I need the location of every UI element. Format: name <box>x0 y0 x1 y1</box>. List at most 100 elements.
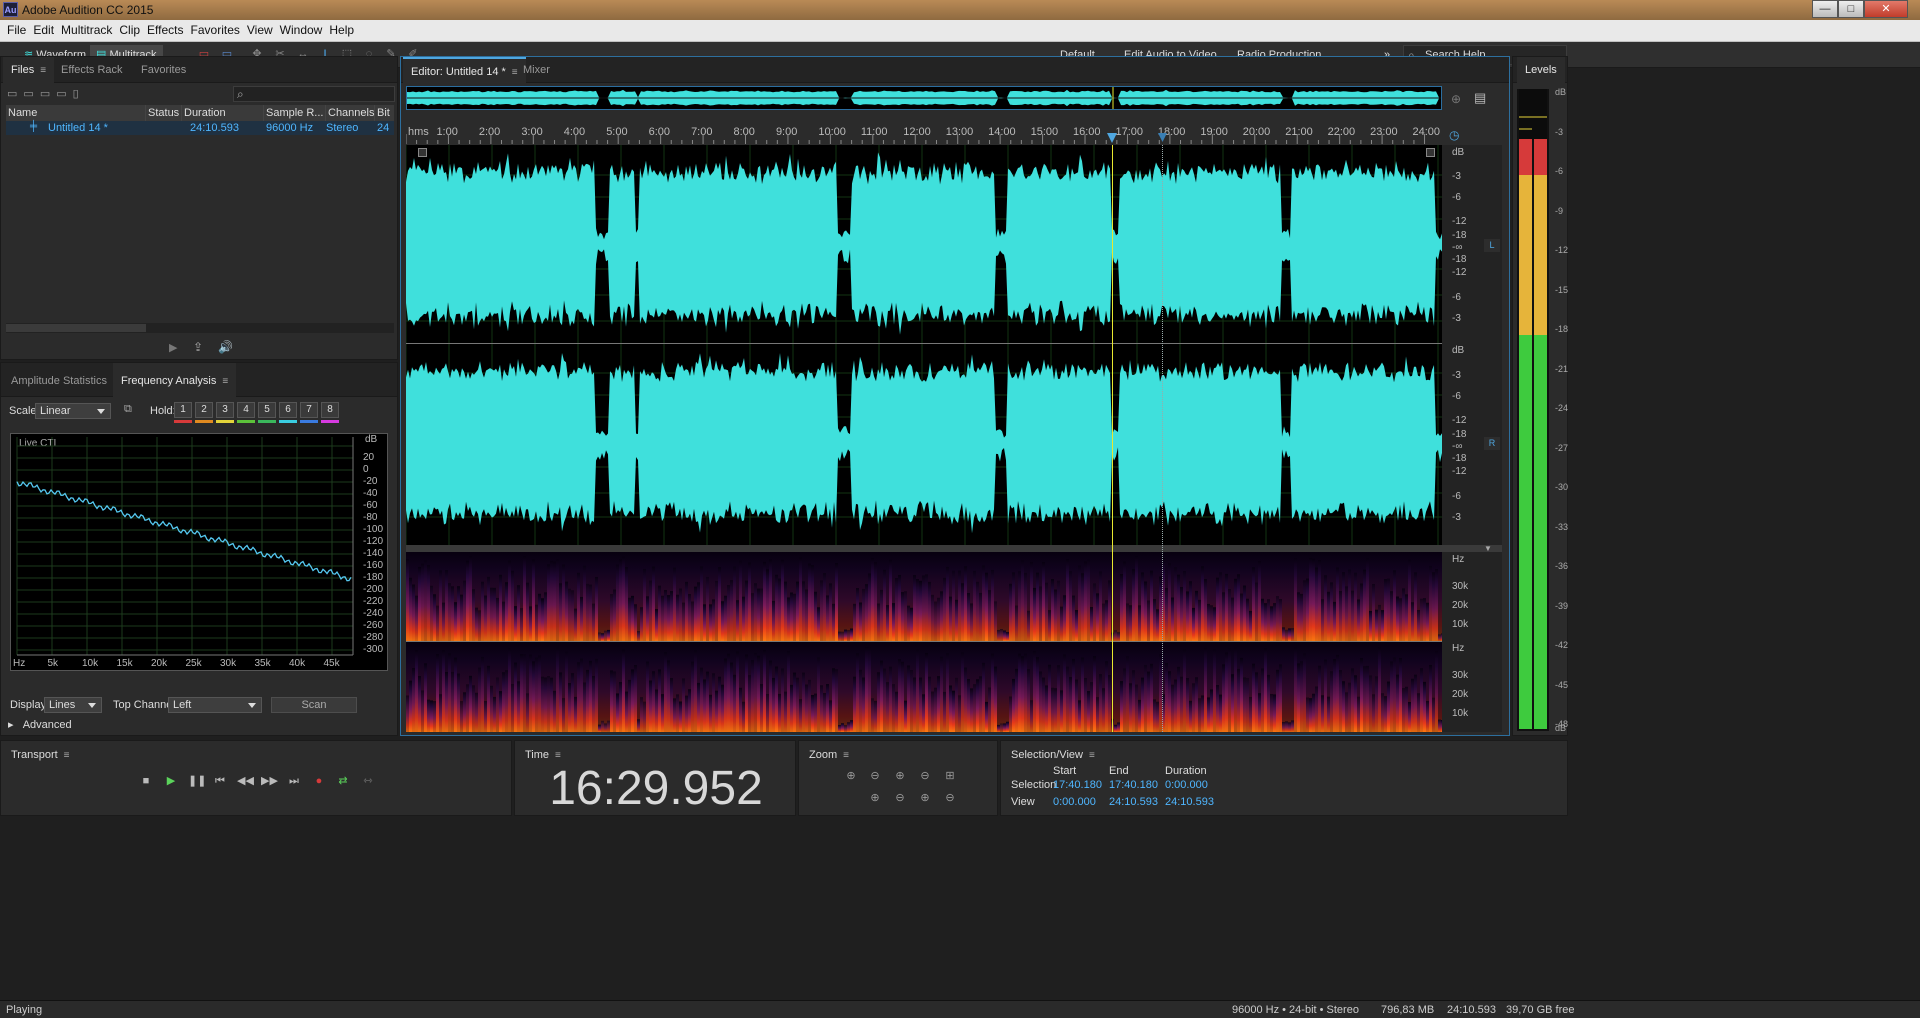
panel-menu-icon[interactable]: ≡ <box>64 750 70 761</box>
hold-button-7[interactable]: 7 <box>300 402 318 418</box>
display-dropdown[interactable]: Lines <box>44 697 102 713</box>
loop-playback-button[interactable]: ⇄ <box>335 773 351 789</box>
new-file-icon[interactable]: ▭ <box>40 88 56 100</box>
view-start-field[interactable]: 0:00.000 <box>1053 796 1096 808</box>
delete-icon[interactable]: ▯ <box>73 88 85 100</box>
zoom-out-frequency-icon[interactable]: ⊖ <box>942 791 958 805</box>
playhead-line[interactable] <box>1112 145 1113 732</box>
pause-button[interactable]: ❚❚ <box>188 773 206 789</box>
files-scrollbar[interactable] <box>6 323 394 333</box>
channel-r-toggle[interactable]: R <box>1484 437 1500 450</box>
frequency-scale[interactable]: Hz Hz 30k 30k 20k 20k 10k 10k <box>1442 552 1502 732</box>
play-button[interactable]: ▶ <box>163 773 179 789</box>
tab-favorites[interactable]: Favorites <box>133 57 194 83</box>
minimize-button[interactable]: — <box>1812 0 1838 18</box>
zoom-in-right-icon[interactable]: ⊖ <box>892 791 908 805</box>
fade-out-handle-icon[interactable] <box>1426 148 1435 157</box>
selection-end-field[interactable]: 17:40.180 <box>1109 779 1158 791</box>
spectral-display[interactable] <box>406 552 1442 732</box>
col-sample-rate[interactable]: Sample R... <box>264 105 326 121</box>
col-status[interactable]: Status <box>146 105 182 121</box>
panel-menu-icon[interactable]: ≡ <box>1089 750 1095 761</box>
time-ruler[interactable]: hms 1:00 2:00 3:00 4:00 5:00 6:00 7:00 8:00 9:00 1… <box>406 126 1442 144</box>
col-name[interactable]: Name <box>6 105 146 121</box>
insert-into-editor-icon[interactable]: ⇪ <box>193 340 203 354</box>
scrollbar-thumb[interactable] <box>6 324 146 332</box>
panel-menu-icon[interactable]: ≡ <box>843 750 849 761</box>
move-to-next-button[interactable]: ⏭ <box>286 773 302 789</box>
tab-amplitude-statistics[interactable]: Amplitude Statistics <box>3 363 115 397</box>
skip-selection-button[interactable]: ⇿ <box>360 773 376 789</box>
menu-edit[interactable]: Edit <box>26 20 54 37</box>
editor-options-icon[interactable]: ▤ <box>1474 90 1486 106</box>
zoom-in-left-icon[interactable]: ⊕ <box>867 791 883 805</box>
record-button[interactable]: ● <box>311 773 327 789</box>
table-row[interactable]: ╪ Untitled 14 * 24:10.593 96000 Hz Stere… <box>6 121 394 135</box>
files-search-input[interactable]: ⌕ <box>233 86 395 102</box>
hold-button-8[interactable]: 8 <box>321 402 339 418</box>
menu-clip[interactable]: Clip <box>112 20 140 37</box>
current-time-display[interactable]: 16:29.952 <box>515 761 797 816</box>
panel-menu-icon[interactable]: ≡ <box>40 65 46 76</box>
close-button[interactable]: ✕ <box>1864 0 1908 18</box>
tab-editor[interactable]: Editor: Untitled 14 * ≡ <box>403 57 526 83</box>
col-bit-depth[interactable]: Bit D <box>375 105 394 135</box>
hold-button-6[interactable]: 6 <box>279 402 297 418</box>
hold-button-3[interactable]: 3 <box>216 402 234 418</box>
col-duration[interactable]: Duration <box>182 105 264 121</box>
menu-window[interactable]: Window <box>273 20 323 37</box>
view-end-field[interactable]: 24:10.593 <box>1109 796 1158 808</box>
channel-l-toggle[interactable]: L <box>1484 239 1500 252</box>
auto-play-icon[interactable]: 🔊 <box>218 340 233 354</box>
menu-multitrack[interactable]: Multitrack <box>54 20 112 37</box>
tab-effects-rack[interactable]: Effects Rack <box>53 57 131 83</box>
insert-icon[interactable]: ▭ <box>56 88 72 100</box>
selection-start-field[interactable]: 17:40.180 <box>1053 779 1102 791</box>
amplitude-scale[interactable]: dB dB -3 -3 -6 -6 -12 -12 -18 -18 -∞ -∞ -18 -18 -12 -12… <box>1442 145 1502 545</box>
hold-button-5[interactable]: 5 <box>258 402 276 418</box>
maximize-button[interactable]: □ <box>1838 0 1864 18</box>
menu-view[interactable]: View <box>240 20 273 37</box>
scale-dropdown[interactable]: Linear <box>35 403 111 419</box>
zoom-in-time-icon[interactable]: ⊕ <box>892 769 908 783</box>
hold-button-2[interactable]: 2 <box>195 402 213 418</box>
waveform-display[interactable] <box>406 145 1442 545</box>
col-channels[interactable]: Channels <box>326 105 375 121</box>
play-preview-icon[interactable]: ▶ <box>169 341 177 354</box>
tab-mixer[interactable]: Mixer <box>515 57 558 83</box>
zoom-out-full-icon[interactable]: ⊖ <box>917 769 933 783</box>
tab-files[interactable]: Files ≡ <box>3 57 55 83</box>
menu-favorites[interactable]: Favorites <box>184 20 240 37</box>
hold-button-4[interactable]: 4 <box>237 402 255 418</box>
hold-button-1[interactable]: 1 <box>174 402 192 418</box>
zoom-to-selection-icon[interactable]: ⊞ <box>942 769 958 783</box>
spectral-divider[interactable]: ▼ <box>406 544 1502 553</box>
rewind-button[interactable]: ◀◀ <box>237 773 254 789</box>
zoom-out-amplitude-icon[interactable]: ⊖ <box>867 769 883 783</box>
tab-levels[interactable]: Levels <box>1517 57 1565 83</box>
open-file-icon[interactable]: ▭ <box>7 88 23 100</box>
import-icon[interactable]: ▭ <box>23 88 39 100</box>
time-title: Time ≡ <box>525 749 561 761</box>
fade-in-handle-icon[interactable] <box>418 148 427 157</box>
panel-menu-icon[interactable]: ≡ <box>555 750 561 761</box>
overview-navigator[interactable] <box>406 86 1442 110</box>
zoom-to-selection-icon[interactable]: ⊕ <box>1451 92 1461 106</box>
panel-menu-icon[interactable]: ≡ <box>222 376 228 387</box>
zoom-in-frequency-icon[interactable]: ⊕ <box>917 791 933 805</box>
selection-duration-field[interactable]: 0:00.000 <box>1165 779 1208 791</box>
advanced-toggle[interactable]: ▸ Advanced <box>8 718 72 731</box>
tab-frequency-analysis[interactable]: Frequency Analysis ≡ <box>113 363 237 397</box>
scan-button[interactable]: Scan <box>271 697 357 713</box>
menu-effects[interactable]: Effects <box>140 20 183 37</box>
compare-icon[interactable]: ⧉ <box>124 403 132 416</box>
view-duration-field[interactable]: 24:10.593 <box>1165 796 1214 808</box>
menu-file[interactable]: File <box>0 20 26 37</box>
move-to-previous-button[interactable]: ⏮ <box>212 773 228 789</box>
stop-button[interactable]: ■ <box>138 773 154 789</box>
menu-help[interactable]: Help <box>322 20 354 37</box>
time-display-format-icon[interactable]: ◷ <box>1449 128 1459 142</box>
fast-forward-button[interactable]: ▶▶ <box>261 773 278 789</box>
zoom-in-amplitude-icon[interactable]: ⊕ <box>843 769 859 783</box>
top-channel-dropdown[interactable]: Left <box>168 697 262 713</box>
